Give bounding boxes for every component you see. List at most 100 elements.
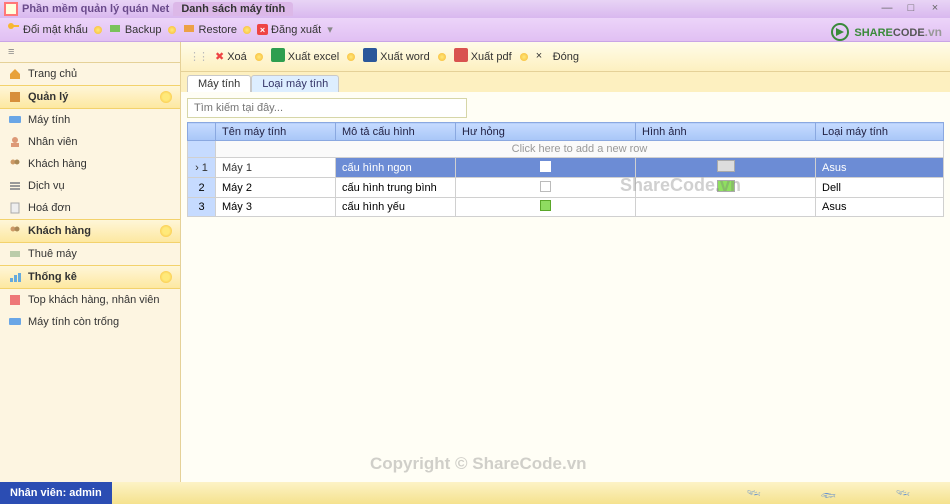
cell-name[interactable]: Máy 1 <box>216 158 336 178</box>
cell-image[interactable] <box>636 198 816 217</box>
key-icon <box>6 21 20 38</box>
col-type[interactable]: Loại máy tính <box>816 123 944 141</box>
invoice-icon <box>8 201 22 215</box>
sidebar-item-label: Trang chủ <box>28 68 77 80</box>
sidebar-item-top[interactable]: Top khách hàng, nhân viên <box>0 289 180 311</box>
fish-icon: 𓆟 <box>821 484 836 503</box>
search-input[interactable] <box>187 98 467 118</box>
star-icon <box>8 293 22 307</box>
sidebar-item-staff[interactable]: Nhân viên <box>0 131 180 153</box>
tab-computer-types[interactable]: Loại máy tính <box>251 75 339 92</box>
tab-content: Tên máy tính Mô tả cấu hình Hư hỏng Hình… <box>181 92 950 482</box>
menu-backup[interactable]: Backup <box>108 21 162 38</box>
table-row[interactable]: › 1 Máy 1 cấu hình ngon Asus <box>188 158 944 178</box>
delete-button[interactable]: ✖Xoá <box>215 50 247 63</box>
sidebar-item-stats[interactable]: Thống kê <box>0 265 180 289</box>
chart-icon <box>8 270 22 284</box>
sidebar-item-label: Khách hàng <box>28 158 87 170</box>
home-icon <box>8 67 22 81</box>
export-word-button[interactable]: Xuất word <box>363 48 430 65</box>
cell-broken[interactable] <box>456 158 636 178</box>
restore-icon <box>182 21 196 38</box>
excel-icon <box>271 48 285 65</box>
grid-new-row[interactable]: Click here to add a new row <box>188 141 944 158</box>
export-pdf-button[interactable]: Xuất pdf <box>454 48 512 65</box>
maximize-button[interactable]: □ <box>900 1 922 15</box>
cell-broken[interactable] <box>456 198 636 217</box>
pdf-icon <box>454 48 468 65</box>
window-close-button[interactable]: × <box>924 1 946 15</box>
sidebar-item-label: Máy tính <box>28 114 70 126</box>
menu-label: Đổi mật khẩu <box>23 24 88 36</box>
cell-name[interactable]: Máy 3 <box>216 198 336 217</box>
fish-icon: 𓆝 <box>746 484 760 503</box>
minimize-button[interactable]: — <box>876 1 898 15</box>
document-tab[interactable]: Danh sách máy tính <box>173 2 293 16</box>
users-icon <box>8 157 22 171</box>
menu-logout[interactable]: × Đăng xuất <box>257 24 321 36</box>
cell-type[interactable]: Asus <box>816 158 944 178</box>
list-icon <box>8 179 22 193</box>
col-image[interactable]: Hình ảnh <box>636 123 816 141</box>
cell-broken[interactable] <box>456 178 636 198</box>
separator-icon <box>255 53 263 61</box>
cell-desc[interactable]: cấu hình ngon <box>336 158 456 178</box>
table-row[interactable]: 3 Máy 3 cấu hình yếu Asus <box>188 198 944 217</box>
export-excel-button[interactable]: Xuất excel <box>271 48 339 65</box>
sidebar-toggle[interactable]: ≡ <box>0 42 180 63</box>
sidebar-item-computers[interactable]: Máy tính <box>0 109 180 131</box>
window-titlebar: Phần mềm quản lý quán Net Danh sách máy … <box>0 0 950 18</box>
cell-desc[interactable]: cấu hình trung bình <box>336 178 456 198</box>
tab-strip: Máy tính Loại máy tính <box>181 72 950 92</box>
cell-name[interactable]: Máy 2 <box>216 178 336 198</box>
col-indicator[interactable] <box>188 123 216 141</box>
cell-desc[interactable]: cấu hình yếu <box>336 198 456 217</box>
sidebar-item-manage[interactable]: Quản lý <box>0 85 180 109</box>
status-bar: Nhân viên: admin 𓆝𓆟𓆝 <box>0 482 950 504</box>
close-icon: × <box>257 24 268 35</box>
menu-change-password[interactable]: Đổi mật khẩu <box>6 21 88 38</box>
sidebar-item-label: Quản lý <box>28 91 68 103</box>
separator-icon <box>438 53 446 61</box>
row-indicator: › 1 <box>188 158 216 178</box>
button-label: Xuất word <box>380 51 430 63</box>
sidebar-item-invoices[interactable]: Hoá đơn <box>0 197 180 219</box>
computer-icon <box>8 113 22 127</box>
cell-type[interactable]: Dell <box>816 178 944 198</box>
col-desc[interactable]: Mô tả cấu hình <box>336 123 456 141</box>
separator-icon <box>347 53 355 61</box>
sidebar-item-services[interactable]: Dịch vụ <box>0 175 180 197</box>
main-panel: ⋮⋮ ✖Xoá Xuất excel Xuất word Xuất pdf ×Đ… <box>181 42 950 482</box>
tab-computers[interactable]: Máy tính <box>187 75 251 92</box>
menu-restore[interactable]: Restore <box>182 21 238 38</box>
checkbox-icon[interactable] <box>540 200 551 211</box>
sidebar: ≡ Trang chủ Quản lý Máy tính Nhân viên K… <box>0 42 181 482</box>
sidebar-item-home[interactable]: Trang chủ <box>0 63 180 85</box>
sidebar-item-free[interactable]: Máy tính còn trống <box>0 311 180 333</box>
button-label: Xuất pdf <box>471 51 512 63</box>
sidebar-item-customers-2[interactable]: Khách hàng <box>0 219 180 243</box>
separator-icon <box>94 26 102 34</box>
copyright-watermark: Copyright © ShareCode.vn <box>370 454 587 474</box>
dropdown-icon[interactable]: ▾ <box>327 23 333 36</box>
sidebar-item-rent[interactable]: Thuê máy <box>0 243 180 265</box>
separator-icon <box>168 26 176 34</box>
separator-icon <box>520 53 528 61</box>
cell-type[interactable]: Asus <box>816 198 944 217</box>
thumbnail-icon <box>717 160 735 172</box>
button-label: Xuất excel <box>288 51 339 63</box>
add-row-label: Click here to add a new row <box>216 141 944 158</box>
close-button[interactable]: ×Đóng <box>536 50 579 64</box>
delete-icon: ✖ <box>215 50 224 63</box>
sidebar-item-customers[interactable]: Khách hàng <box>0 153 180 175</box>
close-icon: × <box>536 50 550 64</box>
sidebar-item-label: Máy tính còn trống <box>28 316 119 328</box>
row-indicator: 2 <box>188 178 216 198</box>
user-icon <box>8 135 22 149</box>
col-name[interactable]: Tên máy tính <box>216 123 336 141</box>
data-grid[interactable]: Tên máy tính Mô tả cấu hình Hư hỏng Hình… <box>187 122 944 217</box>
col-broken[interactable]: Hư hỏng <box>456 123 636 141</box>
table-row[interactable]: 2 Máy 2 cấu hình trung bình Dell <box>188 178 944 198</box>
checkbox-icon[interactable] <box>540 161 551 172</box>
checkbox-icon[interactable] <box>540 181 551 192</box>
